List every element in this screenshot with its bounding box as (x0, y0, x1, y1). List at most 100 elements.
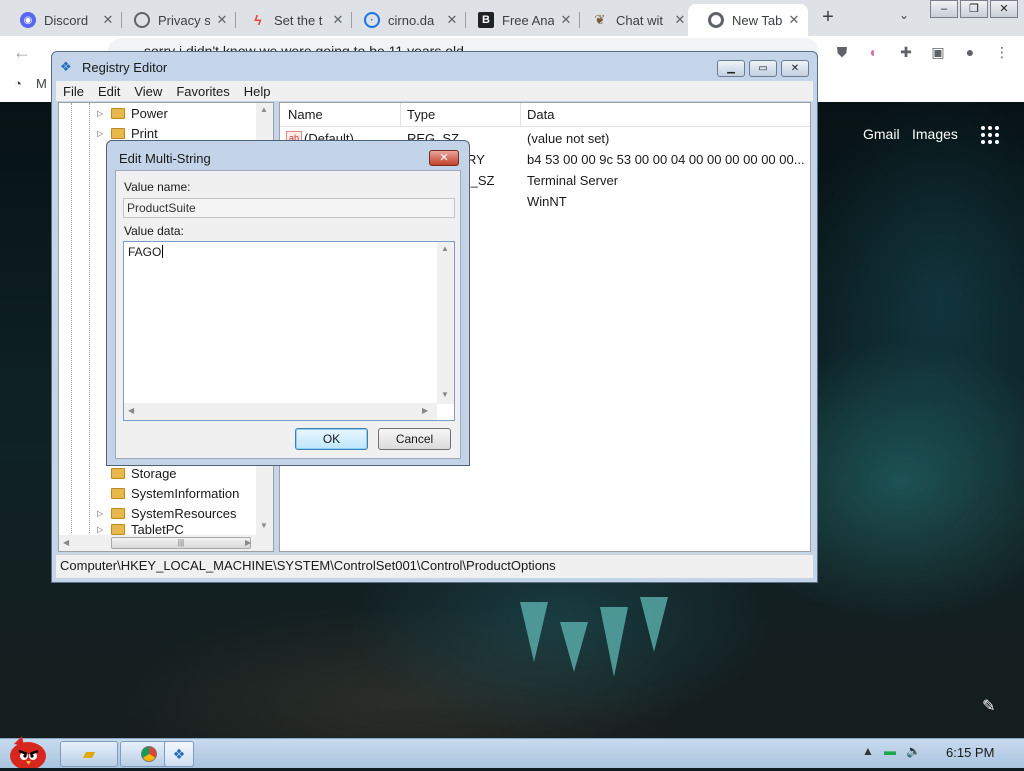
background-art (600, 607, 628, 677)
extensions-puzzle-icon[interactable]: ✚ (896, 42, 916, 62)
value-data-content: FAGO (128, 245, 162, 259)
gmail-link[interactable]: Gmail (863, 126, 900, 142)
angry-bird-start-icon (10, 736, 46, 770)
value-data-cell: b4 53 00 00 9c 53 00 00 04 00 00 00 00 0… (527, 152, 805, 167)
bookmark-icon[interactable]: ◔ (14, 76, 22, 91)
folder-icon (111, 127, 125, 139)
tree-item-systeminformation[interactable]: SystemInformation (97, 483, 239, 503)
images-link[interactable]: Images (912, 126, 958, 142)
tree-item-label: Storage (131, 465, 177, 481)
value-type-cell: I_SZ (467, 173, 495, 188)
column-divider[interactable] (520, 103, 521, 127)
textarea-vertical-scrollbar[interactable]: ▲ ▼ (437, 242, 454, 404)
back-button[interactable]: ← (10, 40, 34, 64)
volume-icon[interactable]: 🔈 (906, 744, 921, 758)
tree-item-label: SystemInformation (131, 485, 240, 501)
background-art (520, 602, 548, 662)
tree-item-tabletpc[interactable]: ▷ TabletPC (97, 523, 184, 535)
tab-privacy[interactable]: Privacy s ✕ (114, 4, 236, 36)
regedit-app-icon: ❖ (60, 59, 72, 74)
value-data-label: Value data: (124, 224, 184, 238)
column-divider[interactable] (400, 103, 401, 127)
tab-cirno[interactable]: · cirno.da ✕ (344, 4, 466, 36)
tab-title: Free Ana (502, 12, 554, 28)
chat-icon: ❦ (594, 12, 606, 27)
scroll-down-arrow-icon[interactable]: ▼ (441, 390, 449, 399)
tab-set-the[interactable]: ϟ Set the t ✕ (230, 4, 352, 36)
customize-pencil-icon[interactable]: ✎ (982, 696, 995, 716)
column-header-type[interactable]: Type (407, 107, 435, 122)
textarea-horizontal-scrollbar[interactable]: ◀ ▶ (124, 403, 437, 420)
scroll-down-arrow-icon[interactable]: ▼ (260, 521, 268, 530)
tab-discord[interactable]: ◉ Discord ✕ (0, 4, 122, 36)
tab-chat[interactable]: ❦ Chat wit ✕ (572, 4, 694, 36)
scroll-right-arrow-icon[interactable]: ▶ (422, 406, 428, 415)
show-hidden-icons-button[interactable]: ▲ (862, 744, 874, 758)
tree-item-power[interactable]: ▷ Power (97, 103, 168, 123)
close-tab-icon[interactable]: ✕ (214, 12, 230, 28)
ublock-icon[interactable]: ⛊ (832, 42, 852, 62)
scrollbar-thumb[interactable]: ||| (111, 537, 251, 549)
close-tab-icon[interactable]: ✕ (672, 12, 688, 28)
network-icon[interactable]: ▬ (884, 744, 896, 758)
menu-view[interactable]: View (127, 84, 169, 99)
expand-arrow-icon[interactable]: ▷ (97, 525, 107, 534)
scroll-up-arrow-icon[interactable]: ▲ (441, 244, 449, 253)
value-data-textarea[interactable]: FAGO ▲ ▼ ◀ ▶ (123, 241, 455, 421)
expand-arrow-icon[interactable]: ▷ (97, 109, 107, 118)
taskbar-regedit-button[interactable]: ❖ (164, 741, 194, 767)
google-apps-icon[interactable] (981, 126, 999, 144)
chevron-down-icon[interactable]: ⌄ (894, 8, 914, 22)
list-header: Name Type Data (280, 103, 810, 127)
menu-kebab-icon[interactable]: ⋮ (992, 42, 1012, 62)
profile-avatar-icon[interactable]: ● (960, 42, 980, 62)
tree-item-label: Print (131, 125, 158, 141)
column-header-data[interactable]: Data (527, 107, 554, 122)
tree-item-storage[interactable]: Storage (97, 463, 177, 483)
minimize-button[interactable]: – (930, 0, 958, 18)
expand-arrow-icon[interactable]: ▷ (97, 509, 107, 518)
menu-help[interactable]: Help (237, 84, 278, 99)
close-tab-icon[interactable]: ✕ (786, 12, 802, 28)
taskbar-clock[interactable]: 6:15 PM (946, 745, 994, 760)
close-window-button[interactable]: ✕ (990, 0, 1018, 18)
scroll-left-arrow-icon[interactable]: ◀ (63, 538, 69, 547)
extension-flag-icon[interactable]: ◐ (864, 42, 884, 62)
chrome-icon (708, 12, 724, 28)
value-data-text: FAGO (128, 245, 164, 259)
tab-title: Discord (44, 12, 89, 28)
taskbar-explorer-button[interactable]: ▰ (60, 741, 118, 767)
bookmark-label[interactable]: M (36, 76, 47, 91)
new-tab-button[interactable]: + (816, 6, 840, 30)
menu-favorites[interactable]: Favorites (169, 84, 236, 99)
tab-free-ana[interactable]: B Free Ana ✕ (458, 4, 580, 36)
menu-file[interactable]: File (56, 84, 91, 99)
expand-arrow-icon[interactable]: ▷ (97, 129, 107, 138)
minimize-button[interactable]: ▁ (717, 60, 745, 77)
cancel-button[interactable]: Cancel (378, 428, 451, 450)
restore-button[interactable]: ❐ (960, 0, 988, 18)
value-name-field[interactable]: ProductSuite (123, 198, 455, 218)
dialog-body: Value name: ProductSuite Value data: FAG… (115, 170, 461, 459)
tab-title: cirno.da (388, 12, 435, 28)
scroll-up-arrow-icon[interactable]: ▲ (260, 105, 268, 114)
side-panel-icon[interactable]: ▣ (928, 42, 948, 62)
maximize-button[interactable]: ▭ (749, 60, 777, 77)
tab-new-tab[interactable]: New Tab ✕ (688, 4, 808, 36)
status-bar: Computer\HKEY_LOCAL_MACHINE\SYSTEM\Contr… (56, 554, 813, 578)
start-button[interactable] (4, 734, 50, 770)
close-button[interactable]: ✕ (781, 60, 809, 77)
scroll-right-arrow-icon[interactable]: ▶ (245, 538, 251, 547)
tab-title: New Tab (732, 12, 782, 28)
tree-horizontal-scrollbar[interactable]: ◀ ||| ▶ (59, 535, 273, 551)
regedit-app-icon: ❖ (172, 745, 186, 762)
column-header-name[interactable]: Name (288, 107, 323, 122)
folder-icon (111, 523, 125, 535)
close-dialog-button[interactable]: ✕ (429, 150, 459, 166)
tree-item-systemresources[interactable]: ▷ SystemResources (97, 503, 236, 523)
tab-title: Set the t (274, 12, 323, 28)
regedit-menubar: File Edit View Favorites Help (56, 81, 813, 101)
ok-button[interactable]: OK (295, 428, 368, 450)
scroll-left-arrow-icon[interactable]: ◀ (128, 406, 134, 415)
menu-edit[interactable]: Edit (91, 84, 127, 99)
